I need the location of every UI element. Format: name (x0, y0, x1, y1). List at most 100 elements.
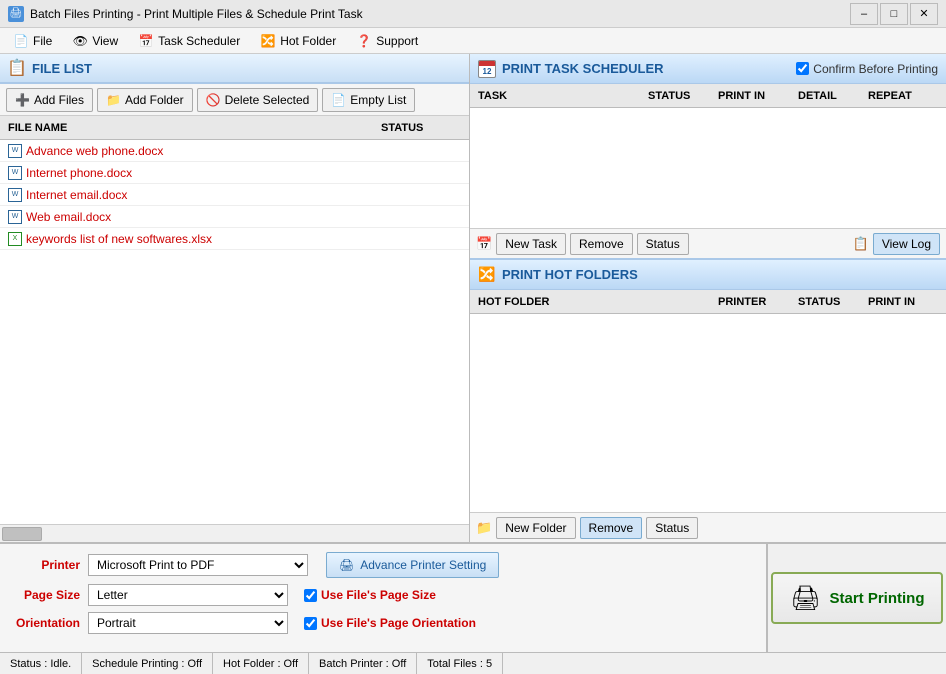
task-scheduler-icon: 📅 (138, 33, 154, 49)
file-list-column-headers: FILE NAME STATUS (0, 116, 469, 140)
menu-view-label: View (92, 34, 118, 48)
printer-settings-icon: 🖨 (339, 558, 354, 572)
delete-selected-button[interactable]: 🚫 Delete Selected (197, 88, 319, 112)
col-file-name: FILE NAME (8, 122, 381, 134)
file-name: Internet phone.docx (26, 166, 132, 180)
add-files-button[interactable]: ➕ Add Files (6, 88, 93, 112)
scheduler-title-text: PRINT TASK SCHEDULER (502, 61, 664, 76)
menu-support[interactable]: ❓ Support (347, 30, 427, 52)
file-list-panel: 📋 FILE LIST ➕ Add Files 📁 Add Folder 🚫 D… (0, 54, 470, 542)
use-file-page-size-checkbox[interactable] (304, 589, 317, 602)
docx-icon: W (8, 166, 22, 180)
menu-support-label: Support (376, 34, 418, 48)
orientation-label: Orientation (10, 616, 80, 630)
new-task-label: New Task (505, 237, 557, 251)
list-item[interactable]: X keywords list of new softwares.xlsx (0, 228, 469, 250)
add-files-icon: ➕ (15, 93, 30, 107)
confirm-checkbox-row: Confirm Before Printing (796, 62, 938, 76)
menu-file[interactable]: 📄 File (4, 30, 61, 52)
status-idle: Status : Idle. (0, 653, 82, 674)
empty-list-button[interactable]: 📄 Empty List (322, 88, 415, 112)
start-printing-label: Start Printing (829, 590, 924, 607)
add-folder-button[interactable]: 📁 Add Folder (97, 88, 193, 112)
hotfolder-menu-icon: 🔀 (260, 33, 276, 49)
delete-icon: 🚫 (206, 93, 221, 107)
start-printing-button[interactable]: 🖨 Start Printing (771, 572, 942, 624)
confirm-label: Confirm Before Printing (813, 62, 938, 76)
col-print-in: PRINT IN (718, 90, 798, 102)
title-bar-controls: – □ ✕ (850, 3, 938, 25)
view-icon: 👁 (72, 33, 88, 49)
use-file-page-size-label: Use File's Page Size (321, 588, 436, 602)
task-toolbar: 📅 New Task Remove Status 📋 View Log (470, 228, 946, 258)
task-icon: 📅 (476, 236, 492, 252)
new-folder-label: New Folder (505, 521, 566, 535)
file-name-cell: X keywords list of new softwares.xlsx (8, 232, 381, 246)
file-name-cell: W Web email.docx (8, 210, 381, 224)
xlsx-icon: X (8, 232, 22, 246)
menu-task-scheduler[interactable]: 📅 Task Scheduler (129, 30, 249, 52)
status-task-button[interactable]: Status (637, 233, 689, 255)
scroll-thumb[interactable] (2, 527, 42, 541)
list-item[interactable]: W Web email.docx (0, 206, 469, 228)
scheduler-section: 12 PRINT TASK SCHEDULER Confirm Before P… (470, 54, 946, 260)
col-detail: DETAIL (798, 90, 868, 102)
menu-file-label: File (33, 34, 52, 48)
file-list-toolbar: ➕ Add Files 📁 Add Folder 🚫 Delete Select… (0, 84, 469, 116)
list-item[interactable]: W Internet phone.docx (0, 162, 469, 184)
hotfolder-section: 🔀 PRINT HOT FOLDERS HOT FOLDER PRINTER S… (470, 260, 946, 542)
docx-icon: W (8, 144, 22, 158)
file-name-cell: W Internet phone.docx (8, 166, 381, 180)
file-list-icon: 📋 (8, 59, 26, 77)
file-list-body[interactable]: W Advance web phone.docx W Internet phon… (0, 140, 469, 524)
remove-folder-label: Remove (589, 521, 634, 535)
remove-folder-button[interactable]: Remove (580, 517, 643, 539)
docx-icon: W (8, 188, 22, 202)
use-file-orientation-row: Use File's Page Orientation (304, 616, 476, 630)
app-title: Batch Files Printing - Print Multiple Fi… (30, 7, 363, 21)
hotfolder-table-header: HOT FOLDER PRINTER STATUS PRINT IN (470, 290, 946, 314)
col-hf-print-in: PRINT IN (868, 296, 938, 308)
add-files-label: Add Files (34, 93, 84, 107)
file-icon: 📄 (13, 33, 29, 49)
advance-btn-label: Advance Printer Setting (360, 558, 486, 572)
status-bar: Status : Idle. Schedule Printing : Off H… (0, 652, 946, 674)
file-name-cell: W Advance web phone.docx (8, 144, 381, 158)
col-hf-status: STATUS (798, 296, 868, 308)
status-schedule: Schedule Printing : Off (82, 653, 213, 674)
file-name: keywords list of new softwares.xlsx (26, 232, 212, 246)
new-folder-button[interactable]: New Folder (496, 517, 575, 539)
printer-select[interactable]: Microsoft Print to PDF (88, 554, 308, 576)
menu-view[interactable]: 👁 View (63, 30, 127, 52)
advance-printer-button[interactable]: 🖨 Advance Printer Setting (326, 552, 499, 578)
maximize-button[interactable]: □ (880, 3, 908, 25)
use-file-orientation-checkbox[interactable] (304, 617, 317, 630)
menu-bar: 📄 File 👁 View 📅 Task Scheduler 🔀 Hot Fol… (0, 28, 946, 54)
list-item[interactable]: W Advance web phone.docx (0, 140, 469, 162)
new-folder-icon: 📁 (476, 520, 492, 536)
list-item[interactable]: W Internet email.docx (0, 184, 469, 206)
file-name: Web email.docx (26, 210, 111, 224)
horizontal-scrollbar[interactable] (0, 524, 469, 542)
status-folder-button[interactable]: Status (646, 517, 698, 539)
menu-hot-folder[interactable]: 🔀 Hot Folder (251, 30, 345, 52)
task-table-body (470, 108, 946, 228)
add-folder-icon: 📁 (106, 93, 121, 107)
col-status: STATUS (648, 90, 718, 102)
confirm-checkbox[interactable] (796, 62, 809, 75)
remove-task-button[interactable]: Remove (570, 233, 633, 255)
view-log-button[interactable]: View Log (873, 233, 940, 255)
minimize-button[interactable]: – (850, 3, 878, 25)
title-bar: 🖨 Batch Files Printing - Print Multiple … (0, 0, 946, 28)
file-list-header: 📋 FILE LIST (0, 54, 469, 84)
orientation-select[interactable]: Portrait (88, 612, 288, 634)
page-size-select[interactable]: Letter (88, 584, 288, 606)
start-btn-icon: 🖨 (789, 582, 821, 614)
close-button[interactable]: ✕ (910, 3, 938, 25)
settings-left: Printer Microsoft Print to PDF 🖨 Advance… (0, 544, 766, 652)
orientation-row: Orientation Portrait Use File's Page Ori… (10, 612, 756, 634)
file-name: Advance web phone.docx (26, 144, 163, 158)
hotfolder-title: PRINT HOT FOLDERS (502, 267, 638, 282)
printer-label: Printer (10, 558, 80, 572)
new-task-button[interactable]: New Task (496, 233, 566, 255)
